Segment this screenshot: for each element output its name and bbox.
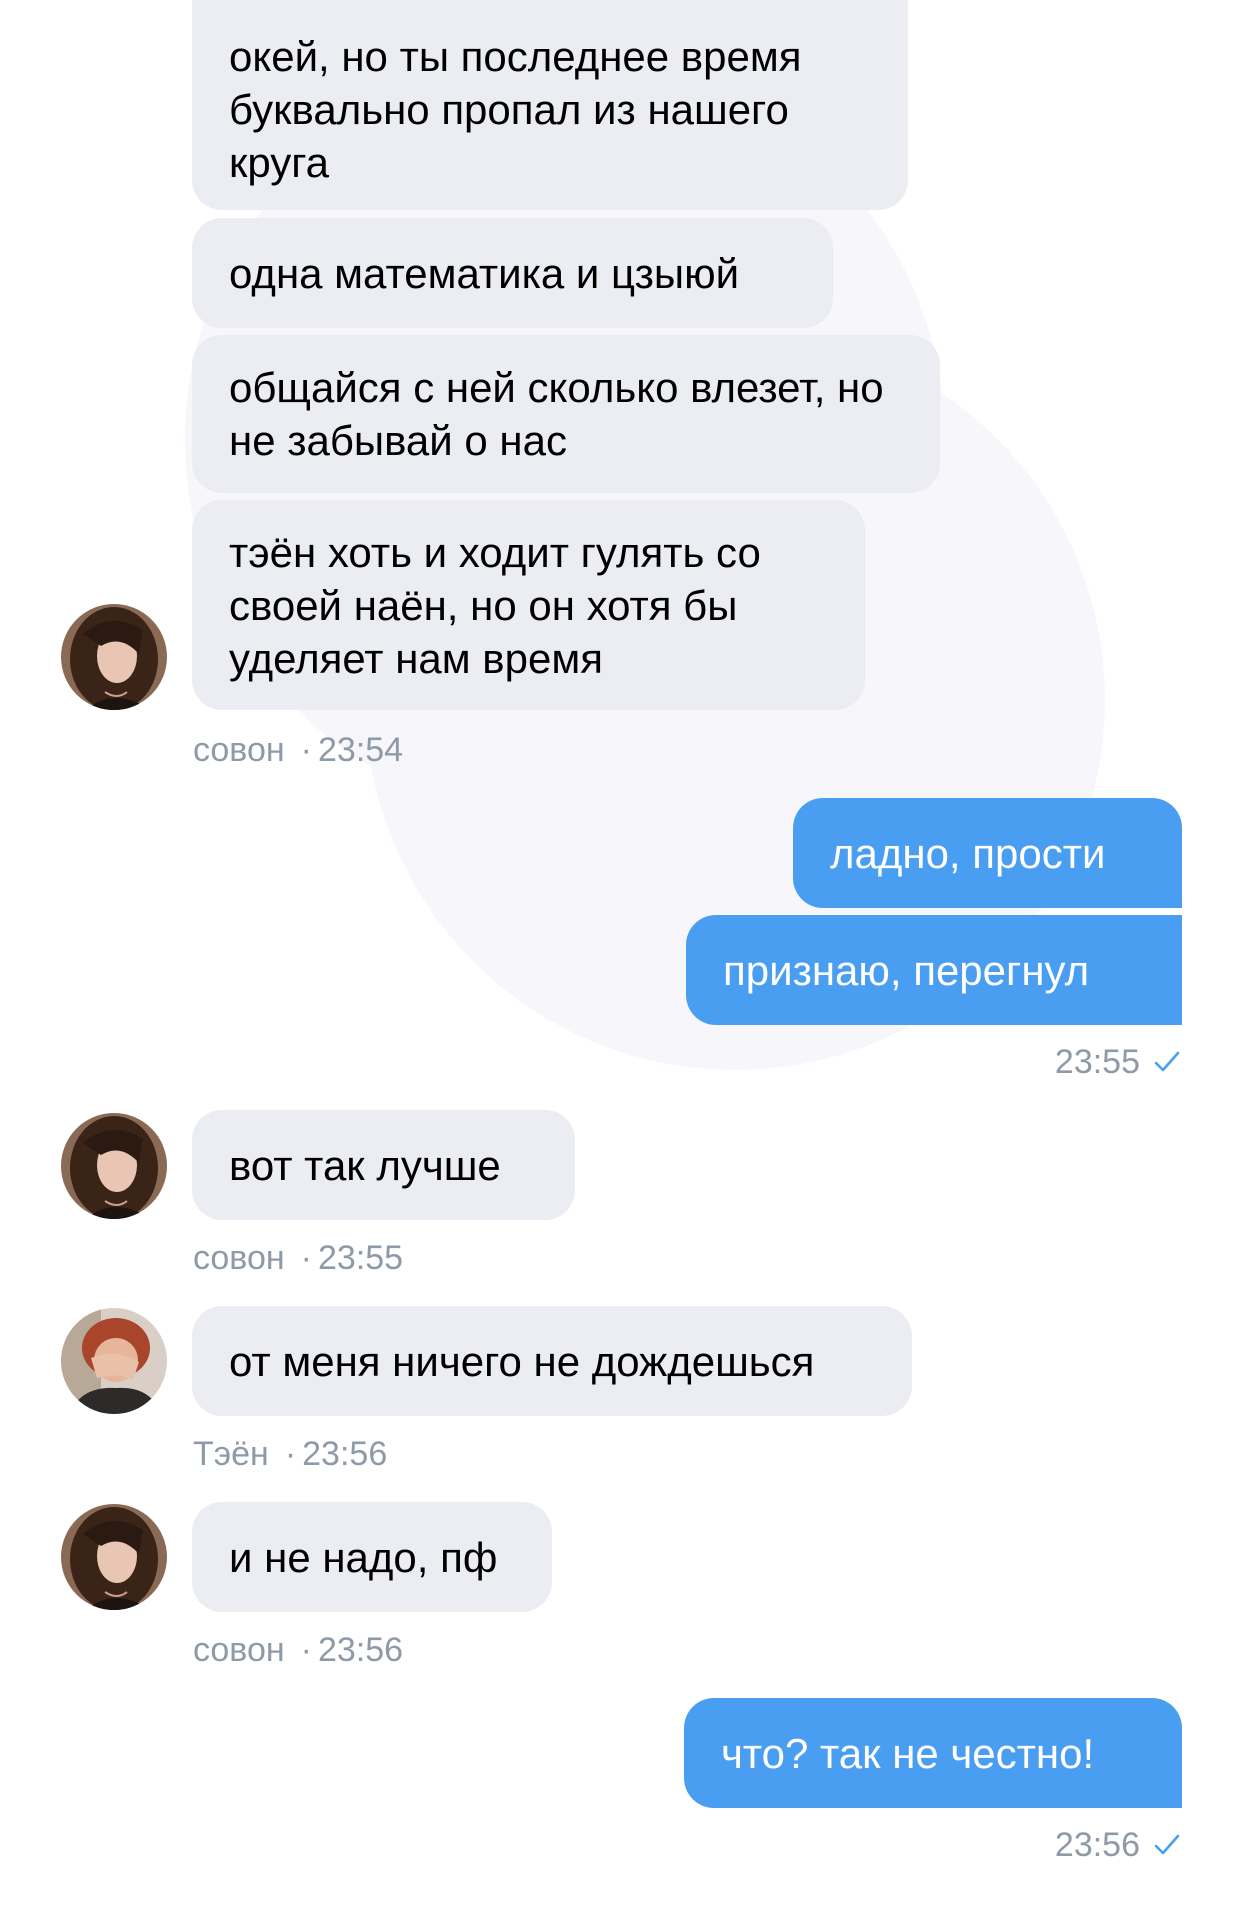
message-meta: совон · 23:56	[193, 1628, 403, 1672]
message-text: тэён хоть и ходит гулять со своей наён, …	[229, 528, 761, 682]
message-meta: совон · 23:55	[193, 1236, 403, 1280]
sender-avatar[interactable]	[61, 1113, 167, 1219]
separator: ·	[284, 1435, 297, 1473]
sender-name[interactable]: Тэён	[193, 1435, 269, 1473]
message-text: одна математика и цзыюй	[229, 249, 740, 297]
message-bubble-outgoing[interactable]: ладно, прости	[793, 798, 1182, 908]
message-bubble-incoming[interactable]: и не надо, пф	[192, 1502, 552, 1612]
message-bubble-outgoing[interactable]: что? так не честно!	[684, 1698, 1182, 1808]
sender-name[interactable]: совон	[193, 1631, 285, 1669]
separator: ·	[300, 1631, 312, 1669]
avatar-sowon-icon	[61, 604, 167, 710]
avatar-sowon-icon	[61, 1113, 167, 1219]
sender-avatar[interactable]	[61, 604, 167, 710]
message-meta: совон · 23:54	[193, 728, 403, 772]
timestamp: 23:55	[1054, 1043, 1140, 1081]
message-bubble-incoming[interactable]: общайся с ней сколько влезет, но не забы…	[192, 335, 940, 493]
read-check-icon	[1152, 1047, 1182, 1077]
message-bubble-incoming[interactable]: от меня ничего не дождешься	[192, 1306, 912, 1416]
timestamp: 23:56	[318, 1631, 404, 1669]
sender-avatar[interactable]	[61, 1308, 167, 1414]
chat-message-list[interactable]: окей, но ты последнее время буквально пр…	[0, 0, 1242, 1910]
message-meta: Тэён · 23:56	[193, 1432, 387, 1476]
message-text: вот так лучше	[229, 1141, 501, 1189]
message-bubble-outgoing[interactable]: признаю, перегнул	[686, 915, 1182, 1025]
message-text: от меня ничего не дождешься	[229, 1337, 815, 1385]
separator: ·	[300, 1239, 312, 1277]
timestamp: 23:55	[318, 1239, 404, 1277]
timestamp: 23:56	[302, 1435, 388, 1473]
sender-name[interactable]: совон	[193, 731, 285, 769]
sender-avatar[interactable]	[61, 1504, 167, 1610]
message-meta: 23:56	[1055, 1823, 1182, 1867]
message-text: что? так не честно!	[721, 1729, 1095, 1777]
message-text: признаю, перегнул	[723, 946, 1090, 994]
message-text: и не надо, пф	[229, 1533, 498, 1581]
avatar-sowon-icon	[61, 1504, 167, 1610]
avatar-taeyeon-icon	[61, 1308, 167, 1414]
message-bubble-incoming[interactable]: окей, но ты последнее время буквально пр…	[192, 0, 908, 210]
timestamp: 23:56	[1054, 1826, 1140, 1864]
message-bubble-incoming[interactable]: одна математика и цзыюй	[192, 218, 833, 328]
message-meta: 23:55	[1055, 1040, 1182, 1084]
message-text: ладно, прости	[830, 829, 1106, 877]
message-bubble-incoming[interactable]: тэён хоть и ходит гулять со своей наён, …	[192, 500, 865, 710]
separator: ·	[300, 731, 312, 769]
timestamp: 23:54	[318, 731, 404, 769]
sender-name[interactable]: совон	[193, 1239, 285, 1277]
read-check-icon	[1152, 1830, 1182, 1860]
message-text: окей, но ты последнее время буквально пр…	[229, 32, 802, 186]
message-text: общайся с ней сколько влезет, но не забы…	[229, 364, 884, 464]
message-bubble-incoming[interactable]: вот так лучше	[192, 1110, 575, 1220]
